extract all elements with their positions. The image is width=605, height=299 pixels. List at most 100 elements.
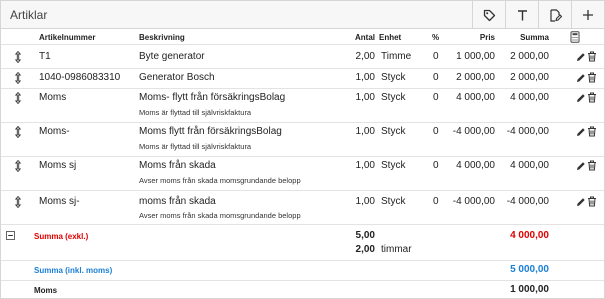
- col-description: Beskrivning: [139, 33, 185, 42]
- row-sum: 2 000,00: [510, 51, 549, 62]
- row-qty: 1,00: [355, 72, 375, 83]
- row-note: Moms är flyttad till självriskfaktura: [139, 142, 252, 151]
- row-sum: 2 000,00: [510, 72, 549, 83]
- table-row[interactable]: Moms Moms- flytt från försäkringsBolag M…: [1, 89, 604, 122]
- row-unit: Styck: [381, 126, 406, 137]
- minus-box-icon[interactable]: [6, 231, 15, 240]
- pencil-icon[interactable]: [576, 161, 586, 171]
- table-row[interactable]: T1 Byte generator 2,00 Timme 0 1 000,00 …: [1, 45, 604, 68]
- row-qty: 2,00: [355, 51, 375, 62]
- row-unit: Styck: [381, 72, 406, 83]
- row-qty: 1,00: [355, 126, 375, 137]
- sum-excl-qty: 5,00: [355, 230, 375, 241]
- col-price: Pris: [479, 33, 495, 42]
- row-description: moms från skada: [139, 196, 216, 207]
- row-price: -4 000,00: [452, 126, 495, 137]
- row-qty: 1,00: [355, 160, 375, 171]
- table-row[interactable]: 1040-0986083310 Generator Bosch 1,00 Sty…: [1, 69, 604, 88]
- row-price: -4 000,00: [452, 196, 495, 207]
- row-unit: Styck: [381, 160, 406, 171]
- panel-title: Artiklar: [10, 8, 48, 22]
- row-note: Avser moms från skada momsgrundande belo…: [139, 176, 301, 185]
- pencil-icon[interactable]: [576, 127, 586, 137]
- row-article-no: Moms-: [39, 126, 70, 137]
- pencil-icon[interactable]: [576, 93, 586, 103]
- row-price: 2 000,00: [456, 72, 495, 83]
- drag-handle-icon[interactable]: [14, 72, 22, 84]
- drag-handle-icon[interactable]: [14, 92, 22, 104]
- row-unit: Timme: [381, 51, 412, 62]
- drag-handle-icon[interactable]: [14, 196, 22, 208]
- trash-icon[interactable]: [587, 92, 597, 103]
- text-button[interactable]: [505, 1, 538, 29]
- row-sum: -4 000,00: [506, 196, 549, 207]
- row-sum: 4 000,00: [510, 92, 549, 103]
- trash-icon[interactable]: [587, 196, 597, 207]
- row-price: 4 000,00: [456, 160, 495, 171]
- hours-qty: 2,00: [355, 244, 375, 255]
- sum-excl-label: Summa (exkl.): [34, 232, 89, 241]
- trash-icon[interactable]: [587, 72, 597, 83]
- col-sum: Summa: [520, 33, 549, 42]
- row-qty: 1,00: [355, 196, 375, 207]
- row-price: 1 000,00: [456, 51, 495, 62]
- document-edit-button[interactable]: [538, 1, 571, 29]
- tag-button[interactable]: [472, 1, 505, 29]
- trash-icon[interactable]: [587, 160, 597, 171]
- row-description: Moms- flytt från försäkringsBolag: [139, 92, 286, 103]
- row-note: Moms är flyttad till självriskfaktura: [139, 108, 252, 117]
- trash-icon[interactable]: [587, 51, 597, 62]
- row-percent: 0: [433, 126, 439, 137]
- sum-excl-value: 4 000,00: [510, 230, 549, 241]
- row-divider: [1, 224, 604, 225]
- row-percent: 0: [433, 160, 439, 171]
- row-sum: 4 000,00: [510, 160, 549, 171]
- row-unit: Styck: [381, 92, 406, 103]
- col-article-no: Artikelnummer: [39, 33, 96, 42]
- row-article-no: Moms sj-: [39, 196, 80, 207]
- sum-incl-label: Summa (inkl. moms): [34, 266, 113, 275]
- tag-icon: [483, 9, 495, 21]
- row-description: Moms från skada: [139, 160, 216, 171]
- sum-incl-value: 5 000,00: [510, 264, 549, 275]
- row-unit: Styck: [381, 196, 406, 207]
- row-article-no: T1: [39, 51, 51, 62]
- row-article-no: 1040-0986083310: [39, 72, 121, 83]
- plus-icon: [583, 10, 593, 20]
- pencil-icon[interactable]: [576, 52, 586, 62]
- drag-handle-icon[interactable]: [14, 160, 22, 172]
- row-sum: -4 000,00: [506, 126, 549, 137]
- trash-icon[interactable]: [587, 126, 597, 137]
- row-description: Generator Bosch: [139, 72, 215, 83]
- row-percent: 0: [433, 51, 439, 62]
- pencil-icon[interactable]: [576, 197, 586, 207]
- row-description: Byte generator: [139, 51, 205, 62]
- row-price: 4 000,00: [456, 92, 495, 103]
- pencil-icon[interactable]: [576, 73, 586, 83]
- vat-label: Moms: [34, 286, 58, 295]
- row-article-no: Moms sj: [39, 160, 77, 171]
- panel-header: Artiklar: [1, 1, 604, 29]
- row-percent: 0: [433, 72, 439, 83]
- col-unit: Enhet: [379, 33, 402, 42]
- table-row[interactable]: Moms- Moms flytt från försäkringsBolag M…: [1, 123, 604, 156]
- add-button[interactable]: [571, 1, 604, 29]
- articles-panel: Artiklar Artikelnummer Beskrivning Antal…: [0, 0, 605, 299]
- col-qty: Antal: [355, 33, 375, 42]
- table-row[interactable]: Moms sj- moms från skada Avser moms från…: [1, 191, 604, 224]
- table-row[interactable]: Moms sj Moms från skada Avser moms från …: [1, 157, 604, 190]
- row-qty: 1,00: [355, 92, 375, 103]
- drag-handle-icon[interactable]: [14, 51, 22, 63]
- text-icon: [517, 9, 527, 20]
- vat-value: 1 000,00: [510, 284, 549, 295]
- drag-handle-icon[interactable]: [14, 126, 22, 138]
- hours-unit: timmar: [381, 244, 412, 255]
- document-edit-icon: [549, 8, 562, 22]
- row-description: Moms flytt från försäkringsBolag: [139, 126, 282, 137]
- row-percent: 0: [433, 92, 439, 103]
- col-percent: %: [432, 33, 440, 42]
- row-percent: 0: [433, 196, 439, 207]
- totals-divider: [1, 260, 604, 261]
- totals-divider: [1, 280, 604, 281]
- calculator-icon: [570, 31, 580, 43]
